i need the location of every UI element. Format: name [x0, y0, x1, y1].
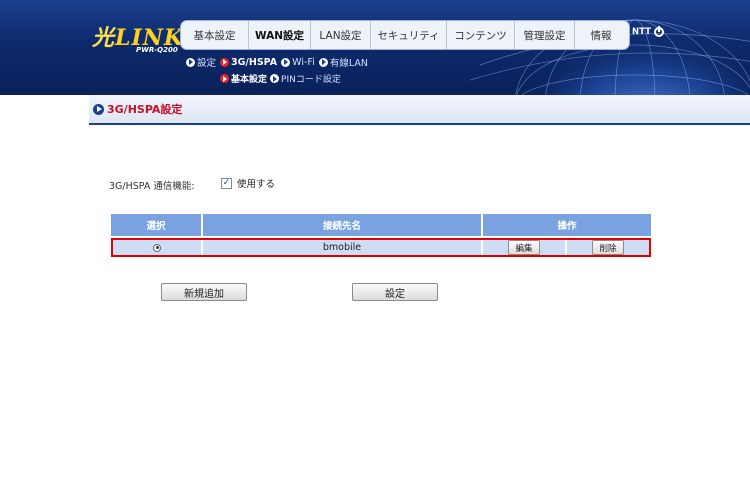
sub-nav-2: 基本設定 PINコード設定	[220, 72, 341, 85]
delete-cell: 削除	[567, 240, 649, 255]
subnav-label: 3G/HSPA	[231, 56, 278, 68]
function-label: 3G/HSPA 通信機能:	[109, 181, 195, 192]
subnav-settings[interactable]: 設定	[186, 55, 216, 69]
use-label: 使用する	[237, 179, 276, 190]
sub-nav: 設定 3G/HSPA Wi-Fi 有線LAN	[186, 55, 368, 69]
delete-button[interactable]: 削除	[592, 240, 624, 255]
subnav-label: 有線LAN	[329, 58, 368, 69]
main-nav: 基本設定 WAN設定 LAN設定 セキュリティ コンテンツ 管理設定 情報	[180, 20, 630, 50]
table-header: 選択 接続先名 操作	[111, 214, 651, 236]
subnav2-pin[interactable]: PINコード設定	[270, 72, 341, 85]
subnav2-label: PINコード設定	[281, 75, 341, 85]
tab-info[interactable]: 情報	[575, 21, 627, 49]
use-option: ✓ 使用する	[221, 176, 275, 190]
model-name: PWR-Q200	[136, 46, 178, 54]
tab-basic-settings[interactable]: 基本設定	[181, 21, 249, 49]
edit-button[interactable]: 編集	[508, 240, 540, 255]
add-new-button[interactable]: 新規追加	[161, 283, 247, 301]
select-radio[interactable]	[153, 243, 161, 252]
page-title: 3G/HSPA設定	[107, 103, 183, 116]
select-cell	[113, 240, 203, 255]
tab-lan-settings[interactable]: LAN設定	[311, 21, 371, 49]
connection-name: bmobile	[203, 240, 483, 255]
edit-cell: 編集	[483, 240, 567, 255]
subnav-wired-lan[interactable]: 有線LAN	[318, 55, 368, 69]
header-connection-name: 接続先名	[203, 214, 483, 236]
use-checkbox[interactable]: ✓	[221, 177, 232, 189]
subnav-label: 設定	[197, 58, 217, 69]
header: 光LINK PWR-Q200 基本設定 WAN設定 LAN設定 セキュリティ コ…	[0, 0, 750, 95]
arrow-icon	[318, 57, 328, 67]
subnav-3g-hspa[interactable]: 3G/HSPA	[220, 57, 277, 68]
ntt-logo-icon	[653, 26, 664, 37]
ntt-brand: NTT	[632, 26, 664, 37]
logo-mark: 光	[92, 25, 116, 51]
tab-wan-settings[interactable]: WAN設定	[249, 21, 311, 49]
tab-admin-settings[interactable]: 管理設定	[515, 21, 575, 49]
arrow-icon	[220, 74, 229, 83]
ntt-label: NTT	[632, 27, 651, 37]
subnav2-basic[interactable]: 基本設定	[220, 72, 267, 85]
subnav-wifi[interactable]: Wi-Fi	[281, 57, 315, 68]
header-select: 選択	[111, 214, 203, 236]
subnav2-label: 基本設定	[231, 75, 268, 85]
tab-contents[interactable]: コンテンツ	[447, 21, 515, 49]
title-arrow-icon	[93, 103, 104, 115]
table-row: bmobile 編集 削除	[111, 238, 651, 257]
subnav-label: Wi-Fi	[292, 56, 315, 68]
apply-button[interactable]: 設定	[352, 283, 438, 301]
arrow-icon	[281, 57, 291, 67]
tab-security[interactable]: セキュリティ	[371, 21, 447, 49]
arrow-icon	[270, 74, 280, 83]
title-bar: 3G/HSPA設定	[89, 95, 750, 125]
arrow-icon	[186, 57, 195, 67]
globe-graphic	[470, 10, 750, 95]
header-operation: 操作	[557, 221, 577, 232]
arrow-icon	[220, 57, 230, 67]
connection-table: 選択 接続先名 操作 bmobile 編集 削除	[111, 214, 651, 257]
